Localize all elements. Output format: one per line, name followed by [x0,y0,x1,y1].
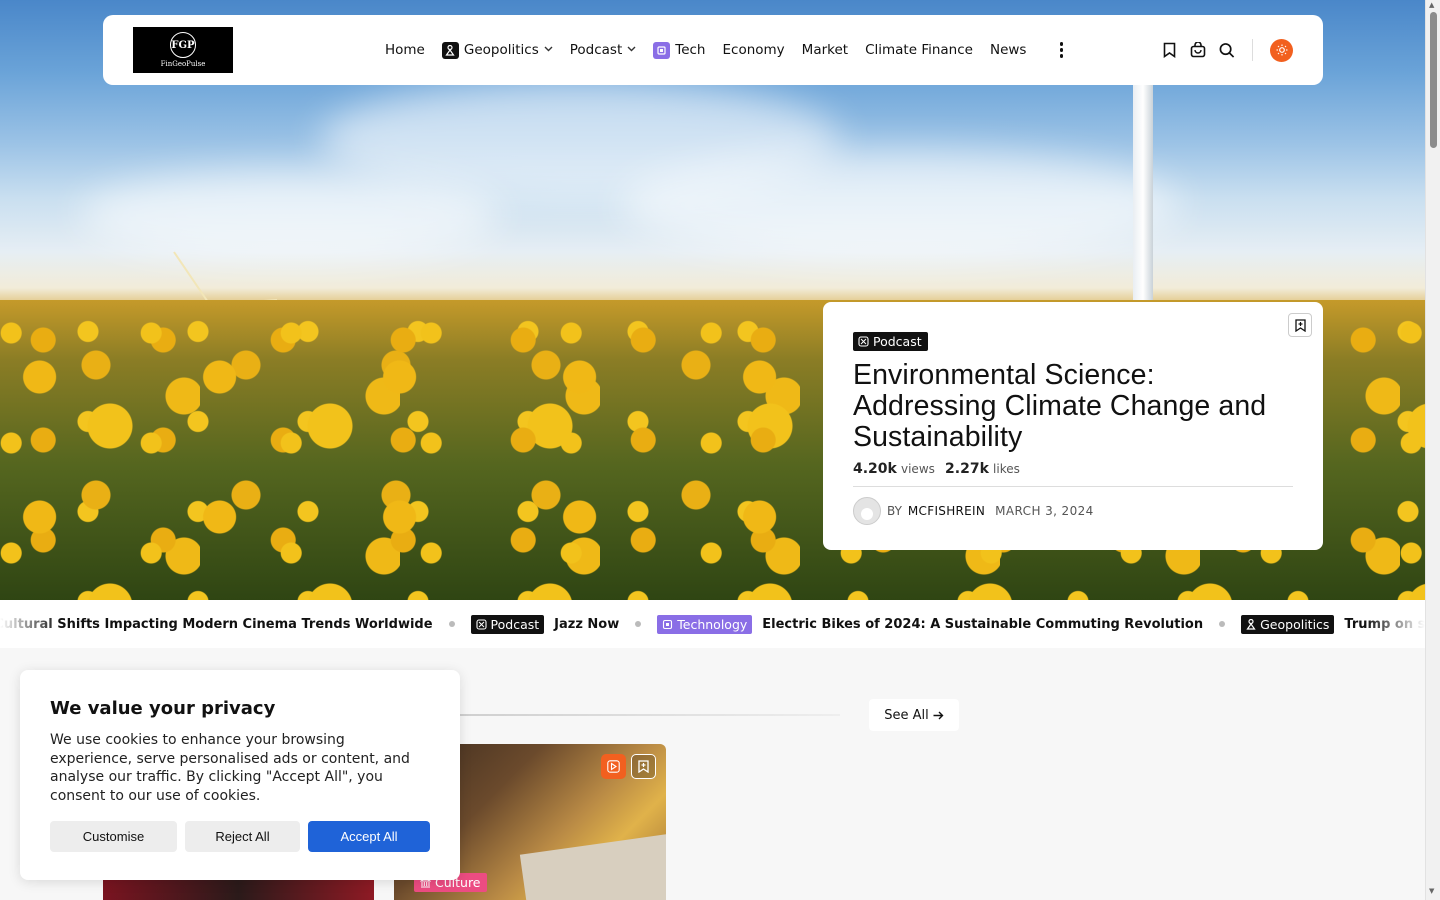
ticker-separator [1219,621,1226,627]
ticker-tag[interactable]: Technology [657,614,753,634]
logo-name: FinGeoPulse [160,60,206,68]
post-card-thumbnail[interactable] [103,878,374,900]
ticker-separator [448,621,455,627]
accept-all-button[interactable]: Accept All [308,821,430,852]
more-vertical-icon[interactable] [1053,42,1069,58]
ticker-headline[interactable]: Jazz Now [554,617,619,632]
see-all-label: See All [884,707,929,723]
views-count: 4.20k [853,461,897,477]
chevron-down-icon [627,45,636,55]
ticker-tag[interactable]: Geopolitics [1241,614,1335,634]
cookie-title: We value your privacy [50,698,276,719]
bookmark-icon[interactable] [1161,41,1177,59]
search-icon[interactable] [1219,41,1235,59]
podcast-icon [475,618,487,630]
reject-all-button[interactable]: Reject All [185,821,300,852]
ticker-track: ing the Cultural Shifts Impacting Modern… [0,614,1425,634]
author-name[interactable]: MCFISHREIN [908,504,985,518]
cart-icon[interactable] [1190,41,1206,59]
figure-icon [1246,618,1256,630]
nav-label: Climate Finance [865,42,973,58]
nav-label: Home [385,42,425,58]
ticker-fade [1365,600,1425,648]
category-label: Podcast [873,334,922,349]
nav-geopolitics[interactable]: Geopolitics [441,41,553,59]
ticker-tag-label: Geopolitics [1260,616,1330,632]
ticker-headline[interactable]: ing the Cultural Shifts Impacting Modern… [0,617,433,632]
section-divider [460,714,840,716]
podcast-icon [858,336,869,347]
nav-menu: Home Geopolitics Podcast Tech Economy Ma… [385,41,1069,59]
ticker-tag-label: Technology [677,616,748,632]
avatar[interactable] [853,497,881,525]
featured-article-card[interactable]: Podcast Environmental Science: Addressin… [823,302,1323,550]
see-all-button[interactable]: See All [869,699,959,731]
cloud [80,170,500,260]
nav-economy[interactable]: Economy [723,42,785,58]
site-logo[interactable]: FGP FinGeoPulse [133,27,233,73]
nav-home[interactable]: Home [385,42,425,58]
nav-divider [1252,39,1253,61]
ticker-headline[interactable]: Electric Bikes of 2024: A Sustainable Co… [762,617,1203,632]
scroll-up-arrow-icon[interactable]: ▲ [1429,1,1434,9]
article-stats: 4.20k views 2.27k likes [853,461,1293,477]
bookmark-add-icon[interactable] [1288,313,1312,337]
scrollbar-thumb[interactable] [1430,12,1437,148]
cloud [620,150,1180,260]
nav-actions [1161,38,1293,62]
likes-label: likes [993,462,1020,476]
chip-icon [653,41,671,59]
card-divider [853,486,1293,487]
ticker-fade [0,600,60,648]
bookmark-add-icon[interactable] [631,754,656,779]
category-tag[interactable]: Podcast [853,332,928,351]
theme-toggle-sun-icon[interactable] [1270,38,1293,62]
nav-label: News [989,42,1027,58]
likes-count: 2.27k [945,461,989,477]
news-ticker: ing the Cultural Shifts Impacting Modern… [0,600,1425,648]
nav-climate-finance[interactable]: Climate Finance [865,42,973,58]
by-label: BY [887,504,902,518]
ticker-separator [635,621,642,627]
logo-mark: FGP [170,32,196,58]
play-icon[interactable] [601,754,626,779]
nav-label: Podcast [569,42,623,58]
arrow-right-icon [933,711,944,719]
customise-button[interactable]: Customise [50,821,177,852]
author-meta: BY MCFISHREIN MARCH 3, 2024 [853,497,1293,525]
page-scrollbar[interactable]: ▲ ▼ [1425,0,1440,900]
featured-title[interactable]: Environmental Science: Addressing Climat… [853,360,1293,453]
nav-market[interactable]: Market [802,42,848,58]
views-label: views [901,462,935,476]
nav-label: Tech [675,42,706,58]
nav-news[interactable]: News [990,42,1026,58]
nav-label: Market [801,42,849,58]
nav-label: Geopolitics [463,42,539,58]
nav-podcast[interactable]: Podcast [570,42,637,58]
cookie-consent-banner: We value your privacy We use cookies to … [20,670,460,880]
chevron-down-icon [544,45,553,55]
publish-date: MARCH 3, 2024 [995,504,1094,518]
wind-turbine [1133,80,1153,310]
ticker-tag[interactable]: Podcast [470,614,545,634]
scroll-down-arrow-icon[interactable]: ▼ [1429,887,1434,895]
ticker-tag-label: Podcast [490,616,540,632]
nav-label: Economy [722,42,785,58]
figure-icon [441,41,459,59]
cookie-actions: Customise Reject All Accept All [50,821,430,852]
top-navbar: FGP FinGeoPulse Home Geopolitics Podcast [103,15,1323,85]
cookie-description: We use cookies to enhance your browsing … [50,732,410,804]
book-image [519,833,666,900]
nav-tech[interactable]: Tech [653,41,706,59]
chip-icon [663,619,673,629]
